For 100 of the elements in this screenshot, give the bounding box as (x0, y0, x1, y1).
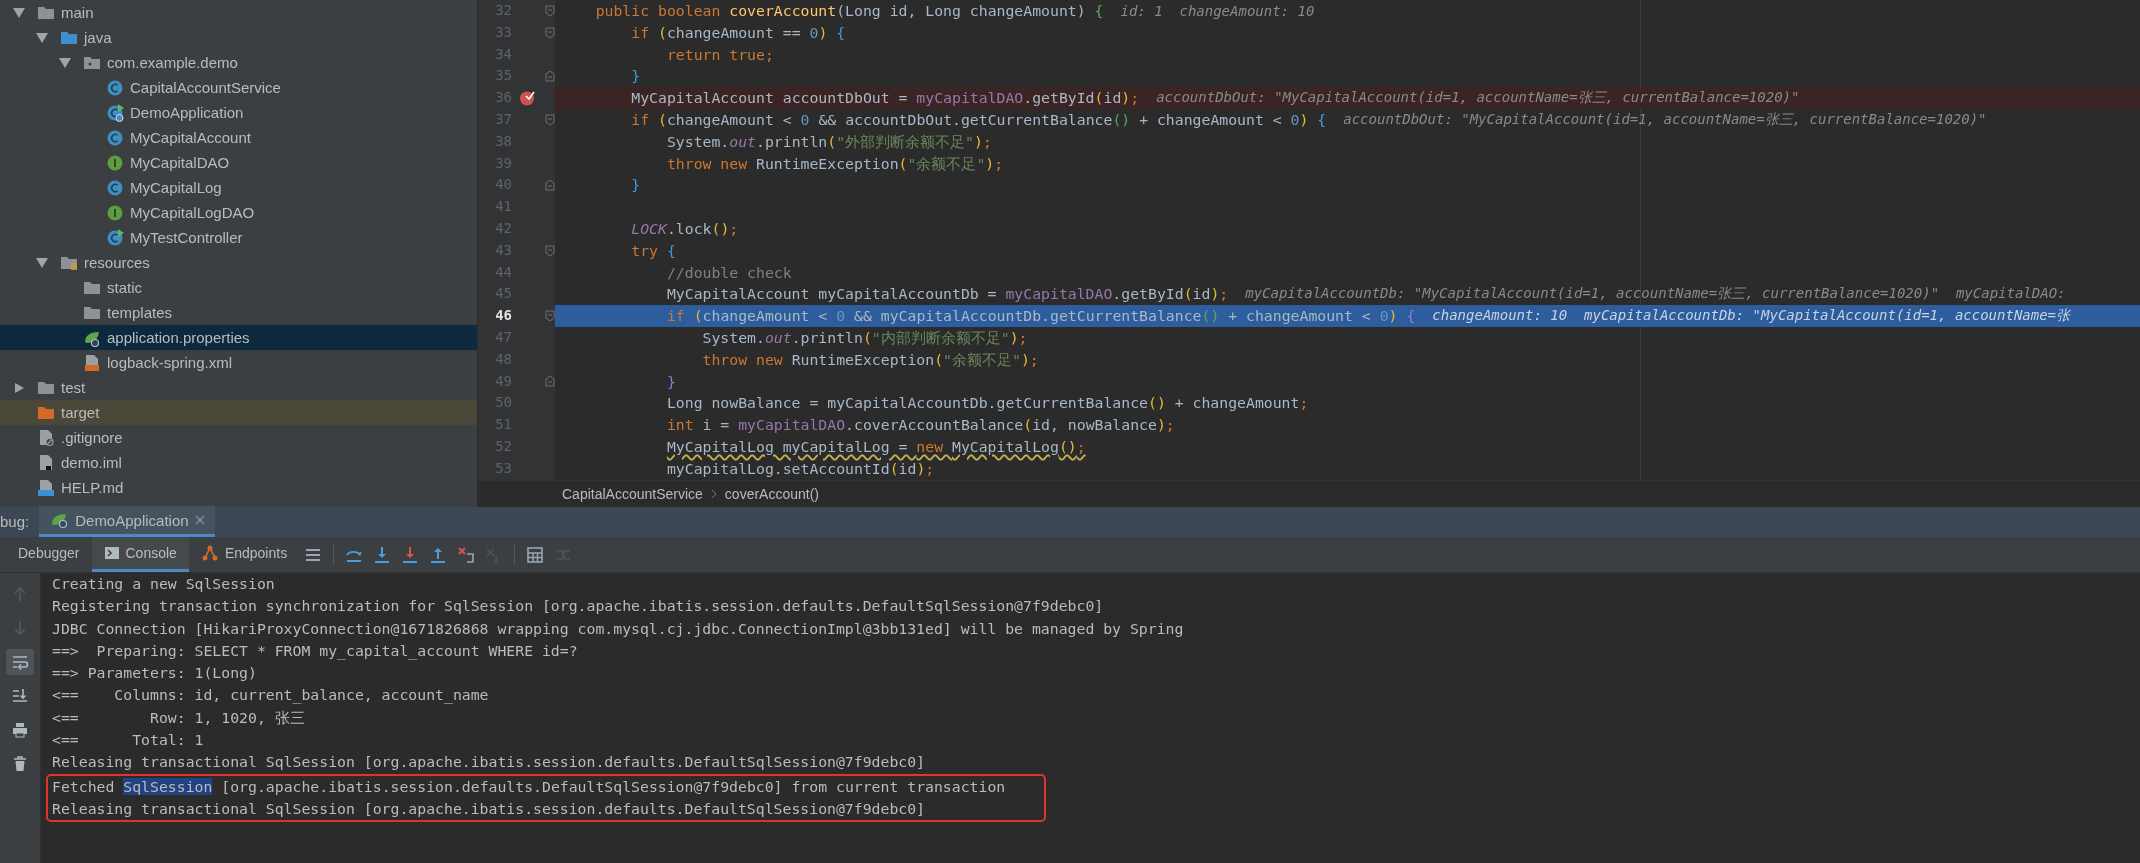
tree-item[interactable]: java (0, 25, 477, 50)
endpoints-icon (200, 544, 219, 562)
tree-item[interactable]: resources (0, 250, 477, 275)
fold-marker-icon[interactable] (545, 4, 555, 17)
soft-wrap-icon (11, 653, 29, 671)
view-tab[interactable]: Endpoints (188, 537, 300, 572)
line-number: 46 (494, 306, 513, 326)
fold-marker-icon[interactable] (545, 113, 555, 126)
tree-item[interactable]: application.properties (0, 325, 477, 350)
inline-debug-value: myCapitalAccountDb: "MyCapitalAccount(id=1, accountName=张三, currentBalance=1020)" myCapitalDAO: (1245, 285, 2066, 304)
tree-item[interactable]: logback-spring.xml (0, 350, 477, 375)
tree-item-label: test (61, 379, 86, 396)
interface-icon (106, 153, 124, 172)
tree-item-label: templates (107, 304, 173, 321)
code-line: try { (630, 240, 676, 261)
tree-item[interactable]: test (0, 375, 477, 400)
tree-item[interactable]: DemoApplication (0, 100, 477, 125)
tree-item-label: MyCapitalLog (130, 179, 222, 196)
tree-item[interactable]: templates (0, 300, 477, 325)
class-icon (106, 178, 124, 197)
print-icon (11, 721, 29, 739)
tree-item-label: static (107, 279, 142, 296)
view-tab[interactable]: Debugger (6, 537, 92, 572)
tree-item[interactable]: MyCapitalDAO (0, 150, 477, 175)
inline-debug-value: id: 1 changeAmount: 10 (1120, 2, 1315, 19)
console-line: Creating a new SqlSession (52, 574, 276, 594)
code-line: Long nowBalance = myCapitalAccountDb.getCurrentBalance() + changeAmount; (665, 393, 1309, 414)
force-step-into-icon (401, 545, 420, 564)
tree-item[interactable]: main (0, 0, 477, 25)
tree-item[interactable]: MyCapitalLog (0, 175, 477, 200)
tree-item[interactable]: MyCapitalAccount (0, 125, 477, 150)
step-into-icon (373, 545, 392, 564)
tree-item-label: MyCapitalAccount (130, 129, 251, 146)
console-line: Registering transaction synchronization for SqlSession [org.apache.ibatis.session.defaults.DefaultSqlSession@7f9debc0] (52, 596, 1105, 617)
fold-marker-icon[interactable] (545, 310, 555, 323)
code-line: return true; (665, 44, 774, 65)
code-line: throw new RuntimeException("余额不足"); (701, 349, 1039, 370)
class-icon (106, 128, 124, 147)
tree-item[interactable]: target (0, 400, 477, 425)
tree-item[interactable]: CapitalAccountService (0, 75, 477, 100)
file-icon (83, 353, 101, 372)
tree-item[interactable]: MyCapitalLogDAO (0, 200, 477, 225)
console-line: <== Columns: id, current_balance, account_name (52, 685, 490, 706)
file-icon (37, 428, 55, 447)
tree-item[interactable]: demo.iml (0, 450, 477, 475)
breadcrumb[interactable]: coverAccount() (724, 486, 819, 502)
tree-item[interactable]: MyTestController (0, 225, 477, 250)
leaf-icon (51, 511, 70, 529)
code-line: myCapitalLog.setAccountId(id); (665, 458, 935, 479)
file-icon (37, 478, 55, 497)
console-icon (103, 545, 120, 561)
view-tab[interactable]: Console (91, 537, 189, 572)
console-line: ==> Parameters: 1(Long) (52, 663, 258, 684)
tree-item-label: CapitalAccountService (130, 79, 281, 96)
fold-marker-icon[interactable] (545, 26, 555, 39)
tree-item-label: main (61, 4, 94, 21)
close-icon[interactable] (194, 515, 205, 525)
code-line: if (changeAmount < 0 && myCapitalAccountDb.getCurrentBalance() + changeAmount < 0) { (665, 306, 1416, 327)
code-line: if (changeAmount < 0 && accountDbOut.getCurrentBalance() + changeAmount < 0) { (630, 110, 1327, 130)
code-line: LOCK.lock(); (630, 218, 739, 239)
code-line: int i = myCapitalDAO.coverAccountBalance(id, nowBalance); (665, 415, 1175, 436)
fold-marker-icon[interactable] (545, 244, 555, 257)
class-icon (106, 103, 124, 122)
tree-item-label: java (84, 29, 112, 46)
fold-marker-icon[interactable] (545, 375, 555, 388)
file-icon (37, 453, 55, 472)
code-line: } (630, 66, 641, 87)
breadcrumb[interactable]: CapitalAccountService (562, 486, 703, 502)
code-line: System.out.println("外部判断余额不足"); (665, 131, 992, 152)
fold-marker-icon[interactable] (545, 179, 555, 192)
drop-frame-icon (457, 545, 476, 564)
tree-item[interactable]: com.example.demo (0, 50, 477, 75)
code-line: //double check (665, 262, 792, 283)
fold-marker-icon[interactable] (545, 70, 555, 83)
console-line: Releasing transactional SqlSession [org.apache.ibatis.session.defaults.DefaultSqlSession@7f9debc0] (52, 752, 927, 773)
expanded-arrow-icon[interactable] (36, 257, 48, 268)
inline-debug-value: accountDbOut: "MyCapitalAccount(id=1, accountName=张三, currentBalance=1020)" (1343, 110, 1987, 129)
expanded-arrow-icon[interactable] (13, 7, 25, 18)
soft-wrap-button[interactable] (6, 649, 34, 675)
code-line: MyCapitalAccount myCapitalAccountDb = myCapitalDAO.getById(id); (665, 284, 1229, 305)
expanded-arrow-icon[interactable] (36, 32, 48, 43)
tree-item-label: resources (84, 254, 150, 271)
code-line: MyCapitalAccount accountDbOut = myCapitalDAO.getById(id); (630, 88, 1140, 109)
tab-label: DemoApplication (75, 511, 189, 529)
collapsed-arrow-icon[interactable] (13, 382, 25, 393)
chevron-icon (710, 489, 717, 499)
class-icon (106, 228, 124, 247)
code-line: throw new RuntimeException("余额不足"); (665, 153, 1004, 174)
expanded-arrow-icon[interactable] (59, 57, 71, 68)
inline-debug-value: changeAmount: 10 myCapitalAccountDb: "MyCapitalAccount(id=1, accountName=张 (1432, 307, 2071, 326)
scroll-to-end-icon (11, 687, 29, 705)
breakpoint-icon[interactable] (519, 90, 535, 107)
code-line: } (630, 175, 641, 196)
code-line: System.out.println("内部判断余额不足"); (701, 327, 1028, 348)
tree-item-label: MyTestController (130, 229, 243, 246)
tree-item[interactable]: HELP.md (0, 475, 477, 500)
session-tab[interactable]: DemoApplication (39, 506, 215, 537)
tree-item[interactable]: .gitignore (0, 425, 477, 450)
tree-item[interactable]: static (0, 275, 477, 300)
tree-item-label: DemoApplication (130, 104, 244, 121)
